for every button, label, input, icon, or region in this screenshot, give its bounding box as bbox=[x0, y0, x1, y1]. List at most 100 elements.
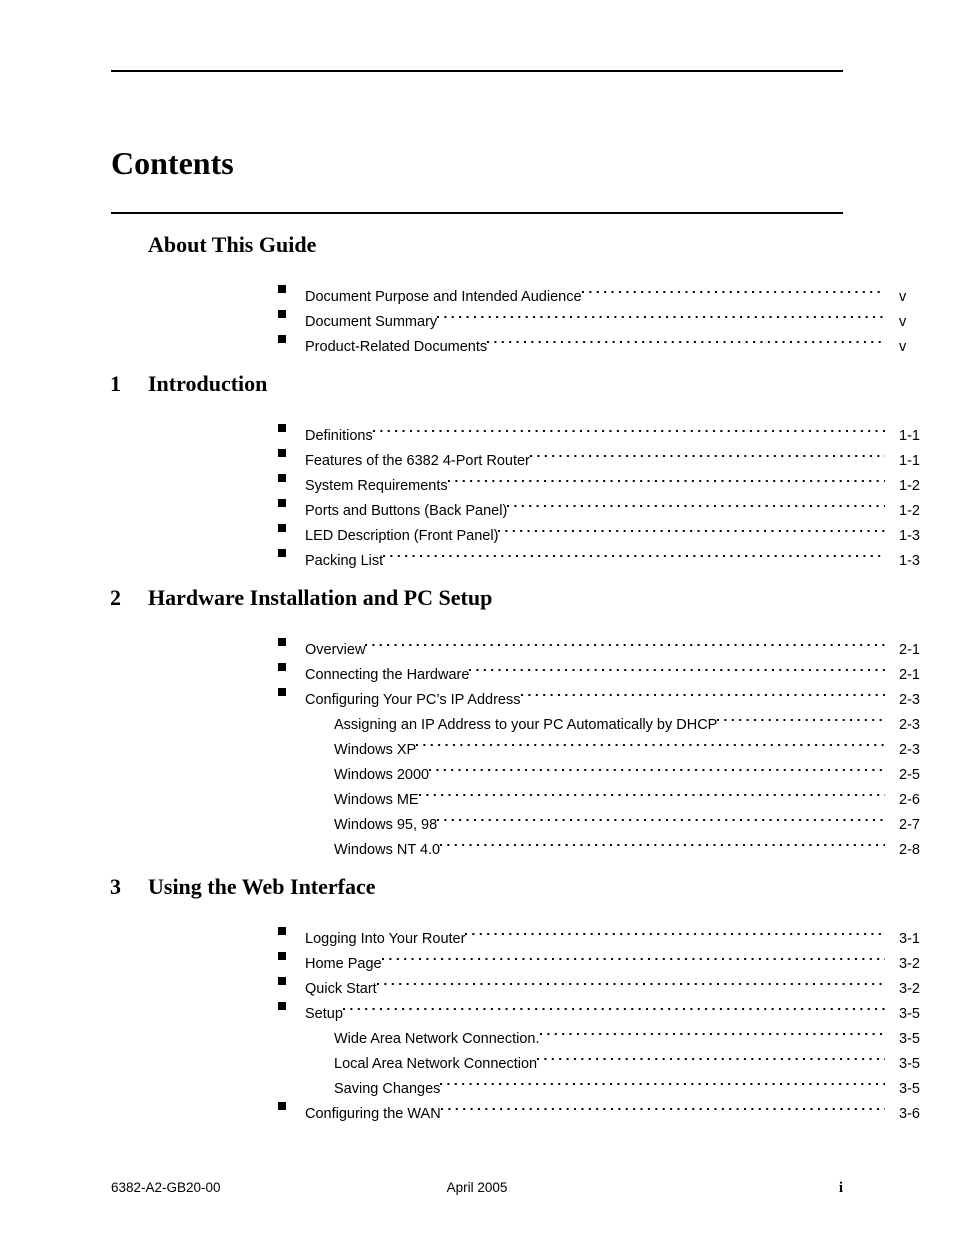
square-bullet-icon bbox=[278, 952, 286, 960]
toc-section-title: Introduction bbox=[148, 371, 268, 396]
dot-leader bbox=[418, 779, 885, 804]
square-bullet-icon bbox=[278, 688, 286, 696]
square-bullet-icon bbox=[278, 638, 286, 646]
toc-entry[interactable]: Windows 2000 2-5 bbox=[0, 754, 954, 783]
toc-entry-row: Document Purpose and Intended Audience v bbox=[305, 276, 954, 305]
toc-entry[interactable]: Home Page 3-2 bbox=[0, 943, 954, 972]
toc-section-number: 1 bbox=[110, 371, 121, 396]
toc-entry-row: Packing List 1-3 bbox=[305, 540, 954, 569]
toc-entry[interactable]: Configuring the WAN 3-6 bbox=[0, 1093, 954, 1122]
page-title: Contents bbox=[111, 145, 234, 182]
dot-leader bbox=[465, 918, 885, 943]
document-page: Contents About This Guide Document Purpos… bbox=[0, 0, 954, 1236]
toc-entry-label: Windows NT 4.0 bbox=[334, 842, 441, 858]
toc-entry-row: Windows NT 4.0 2-8 bbox=[334, 829, 954, 858]
toc-entry-page-number: 3-6 bbox=[899, 1106, 920, 1122]
dot-leader bbox=[529, 440, 885, 465]
toc-entry[interactable]: Quick Start 3-2 bbox=[0, 968, 954, 997]
toc-section: About This Guide Document Purpose and Int… bbox=[0, 232, 954, 371]
toc-entry[interactable]: Overview 2-1 bbox=[0, 629, 954, 658]
dot-leader bbox=[416, 729, 885, 754]
toc-entry[interactable]: Windows ME 2-6 bbox=[0, 779, 954, 808]
toc-entry-label: Configuring the WAN bbox=[305, 1106, 441, 1122]
toc-entry[interactable]: Local Area Network Connection 3-5 bbox=[0, 1043, 954, 1072]
toc-entry-row: Assigning an IP Address to your PC Autom… bbox=[334, 704, 954, 733]
toc-entry-row: Overview 2-1 bbox=[305, 629, 954, 658]
page-footer: 6382-A2-GB20-00 April 2005 i bbox=[111, 1180, 843, 1200]
toc-entry[interactable]: Setup 3-5 bbox=[0, 993, 954, 1022]
toc-entry[interactable]: Assigning an IP Address to your PC Autom… bbox=[0, 704, 954, 733]
square-bullet-icon bbox=[278, 1002, 286, 1010]
toc-entry-label: Packing List bbox=[305, 553, 384, 569]
dot-leader bbox=[717, 704, 885, 729]
toc-section-number: 3 bbox=[110, 874, 121, 899]
toc-entry-list: Document Purpose and Intended Audience v D… bbox=[0, 276, 954, 355]
toc-entry-row: Definitions 1-1 bbox=[305, 415, 954, 444]
toc-entry[interactable]: Logging Into Your Router 3-1 bbox=[0, 918, 954, 947]
footer-date: April 2005 bbox=[446, 1180, 508, 1195]
toc-entry-list: Logging Into Your Router 3-1 Home Page 3-2 Q… bbox=[0, 918, 954, 1122]
toc-entry[interactable]: System Requirements 1-2 bbox=[0, 465, 954, 494]
toc-entry[interactable]: Wide Area Network Connection. 3-5 bbox=[0, 1018, 954, 1047]
toc-entry[interactable]: Configuring Your PC’s IP Address 2-3 bbox=[0, 679, 954, 708]
toc-entry-row: Product-Related Documents v bbox=[305, 326, 954, 355]
toc-entry[interactable]: Windows 95, 98 2-7 bbox=[0, 804, 954, 833]
square-bullet-icon bbox=[278, 927, 286, 935]
toc-section-heading[interactable]: 1 Introduction bbox=[0, 371, 954, 401]
toc-entry-row: Windows XP 2-3 bbox=[334, 729, 954, 758]
toc-entry-row: Document Summary v bbox=[305, 301, 954, 330]
toc-section-heading[interactable]: About This Guide bbox=[0, 232, 954, 262]
toc-entry[interactable]: Packing List 1-3 bbox=[0, 540, 954, 569]
toc-section-title: Hardware Installation and PC Setup bbox=[148, 585, 493, 610]
dot-leader bbox=[381, 943, 885, 968]
dot-leader bbox=[487, 326, 885, 351]
toc-entry-page-number: 2-8 bbox=[899, 842, 920, 858]
dot-leader bbox=[520, 679, 886, 704]
toc-entry[interactable]: LED Description (Front Panel) 1-3 bbox=[0, 515, 954, 544]
toc-entry-row: Windows 95, 98 2-7 bbox=[334, 804, 954, 833]
toc-entry-list: Definitions 1-1 Features of the 6382 4-Por… bbox=[0, 415, 954, 569]
toc-section-heading[interactable]: 2 Hardware Installation and PC Setup bbox=[0, 585, 954, 615]
toc-entry-row: Local Area Network Connection 3-5 bbox=[334, 1043, 954, 1072]
toc-entry-row: System Requirements 1-2 bbox=[305, 465, 954, 494]
toc-entry[interactable]: Definitions 1-1 bbox=[0, 415, 954, 444]
toc-entry[interactable]: Windows XP 2-3 bbox=[0, 729, 954, 758]
toc-entry-row: Setup 3-5 bbox=[305, 993, 954, 1022]
toc-entry[interactable]: Ports and Buttons (Back Panel) 1-2 bbox=[0, 490, 954, 519]
toc-entry-row: Logging Into Your Router 3-1 bbox=[305, 918, 954, 947]
dot-leader bbox=[581, 276, 885, 301]
square-bullet-icon bbox=[278, 449, 286, 457]
dot-leader bbox=[440, 1068, 885, 1093]
toc-entry-row: Quick Start 3-2 bbox=[305, 968, 954, 997]
dot-leader bbox=[372, 415, 885, 440]
toc-entry[interactable]: Document Summary v bbox=[0, 301, 954, 330]
dot-leader bbox=[342, 993, 885, 1018]
dot-leader bbox=[365, 629, 885, 654]
dot-leader bbox=[440, 829, 885, 854]
toc-entry[interactable]: Product-Related Documents v bbox=[0, 326, 954, 355]
toc-entry[interactable]: Saving Changes 3-5 bbox=[0, 1068, 954, 1097]
dot-leader bbox=[383, 540, 885, 565]
toc-entry-row: Home Page 3-2 bbox=[305, 943, 954, 972]
toc-section: 2 Hardware Installation and PC Setup Overv… bbox=[0, 585, 954, 874]
square-bullet-icon bbox=[278, 285, 286, 293]
toc-entry-row: Windows ME 2-6 bbox=[334, 779, 954, 808]
toc-entry-row: LED Description (Front Panel) 1-3 bbox=[305, 515, 954, 544]
toc-entry[interactable]: Document Purpose and Intended Audience v bbox=[0, 276, 954, 305]
toc-entry-page-number: v bbox=[899, 339, 907, 355]
toc-section-heading[interactable]: 3 Using the Web Interface bbox=[0, 874, 954, 904]
footer-page-number: i bbox=[838, 1180, 843, 1196]
toc-entry-row: Features of the 6382 4-Port Router 1-1 bbox=[305, 440, 954, 469]
toc-entry[interactable]: Features of the 6382 4-Port Router 1-1 bbox=[0, 440, 954, 469]
toc-entry[interactable]: Connecting the Hardware 2-1 bbox=[0, 654, 954, 683]
square-bullet-icon bbox=[278, 474, 286, 482]
toc-section-number: 2 bbox=[110, 585, 121, 610]
header-rule bbox=[111, 70, 843, 72]
toc-entry[interactable]: Windows NT 4.0 2-8 bbox=[0, 829, 954, 858]
toc-section-title: About This Guide bbox=[148, 232, 317, 257]
table-of-contents: About This Guide Document Purpose and Int… bbox=[0, 232, 954, 1138]
toc-section: 3 Using the Web Interface Logging Into You… bbox=[0, 874, 954, 1138]
